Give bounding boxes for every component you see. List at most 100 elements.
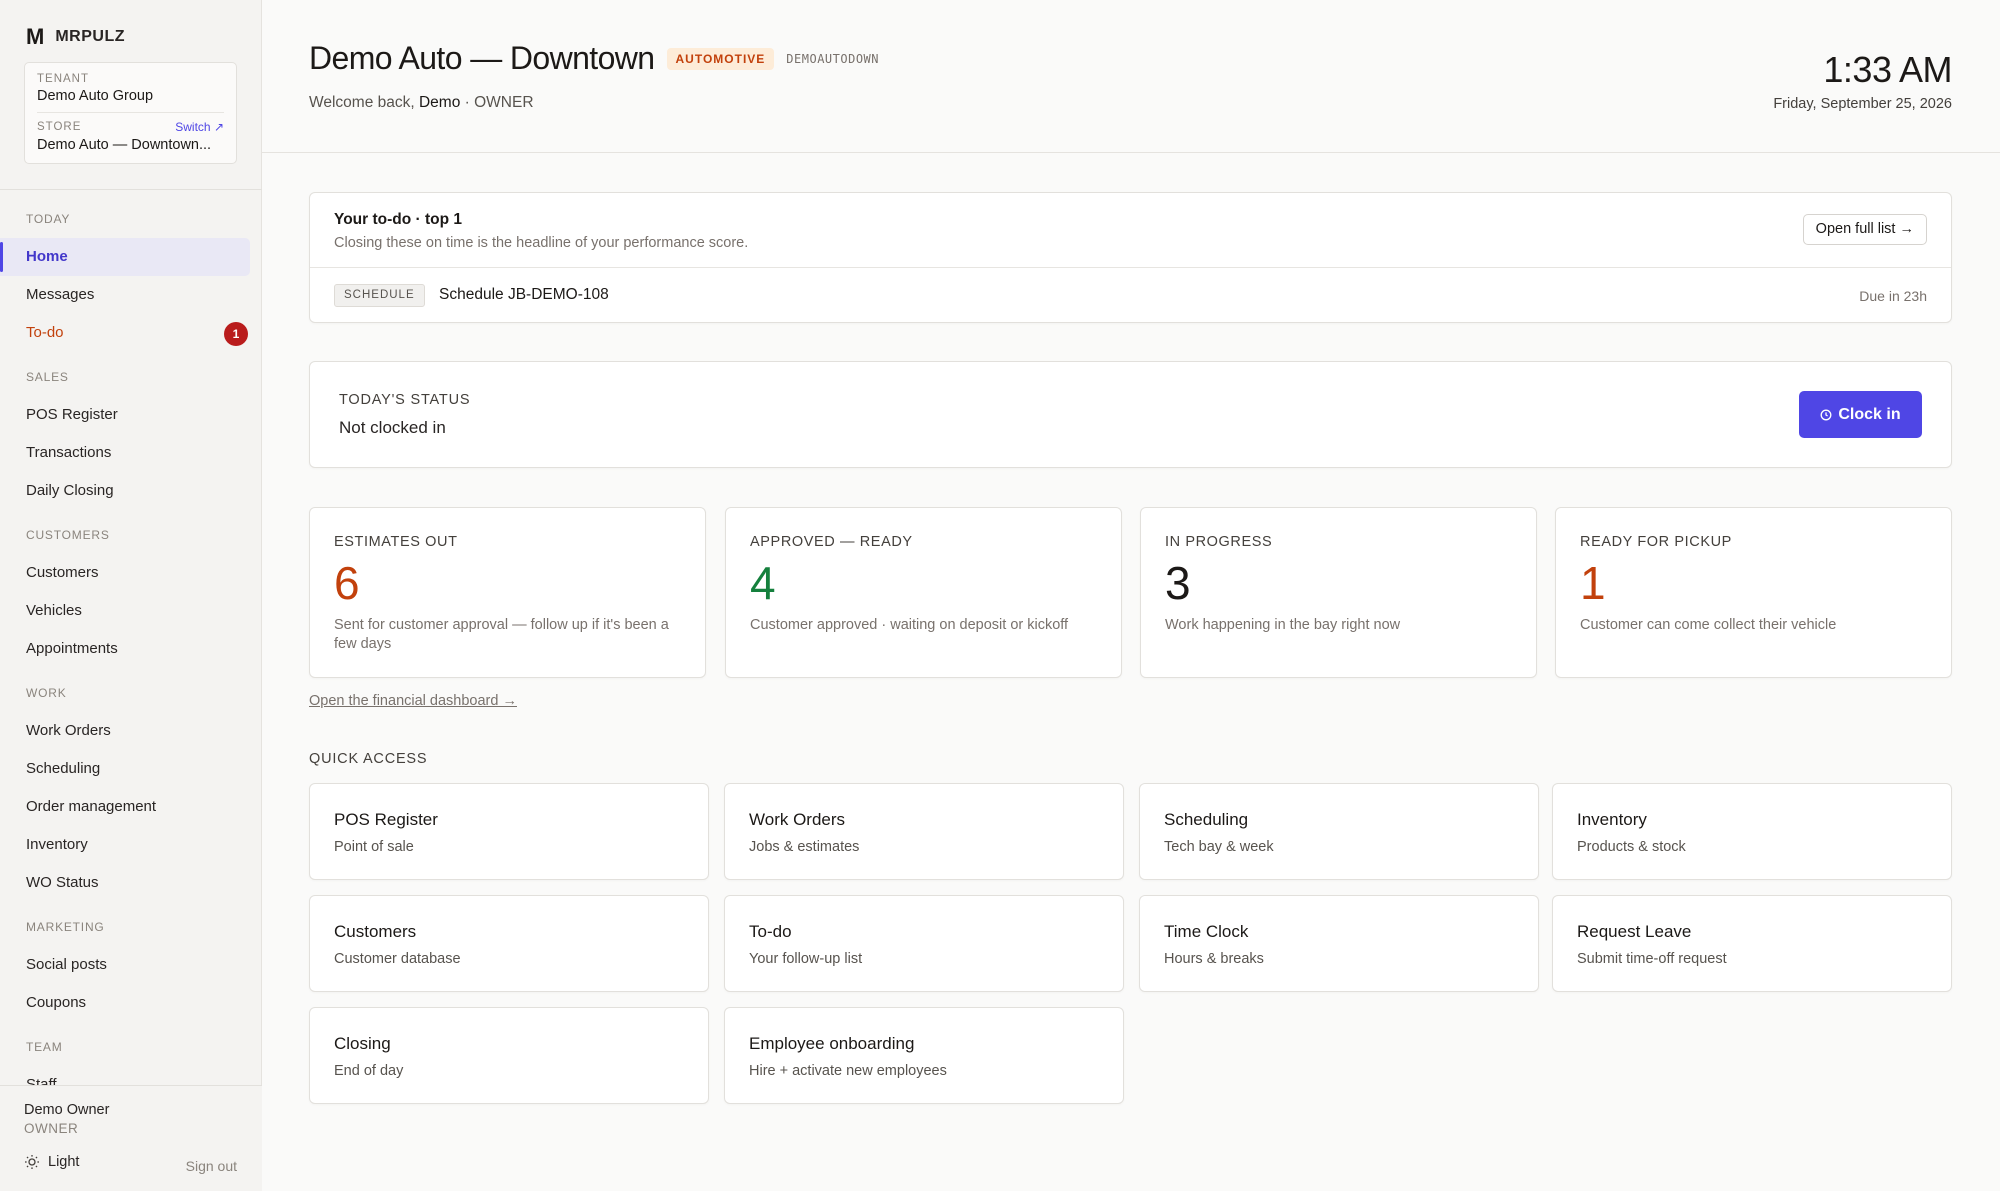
quick-access-heading: QUICK ACCESS <box>309 751 428 767</box>
sidebar-footer: Demo Owner OWNER Light Sign out <box>0 1085 262 1191</box>
quick-access-title: To-do <box>749 922 792 941</box>
sidebar-item-label: POS Register <box>26 406 118 423</box>
tenant-divider <box>37 112 224 113</box>
quick-access-title: Request Leave <box>1577 922 1692 941</box>
sidebar-item-coupons[interactable]: Coupons <box>0 984 250 1022</box>
financial-dashboard-link[interactable]: Open the financial dashboard → <box>309 693 517 709</box>
brand-name: MRPULZ <box>55 28 125 45</box>
quick-access-subtitle: Jobs & estimates <box>749 839 860 855</box>
switch-store-link[interactable]: Switch ↗ <box>175 120 224 134</box>
todo-item-tag: SCHEDULE <box>334 284 425 307</box>
current-date: Friday, September 25, 2026 <box>1773 96 1952 112</box>
quick-access-subtitle: Tech bay & week <box>1164 839 1274 855</box>
open-full-list-button[interactable]: Open full list → <box>1802 214 1927 245</box>
sidebar-item-label: Transactions <box>26 444 112 461</box>
sidebar-item-label: Messages <box>26 286 95 303</box>
sidebar-item-label: Order management <box>26 798 157 815</box>
page-header: Demo Auto — Downtown AUTOMOTIVE DEMOAUTO… <box>262 0 2000 153</box>
sidebar-item-inventory[interactable]: Inventory <box>0 826 250 864</box>
quick-access-employee-onboarding[interactable]: Employee onboarding Hire + activate new … <box>724 1007 1124 1104</box>
quick-access-title: Time Clock <box>1164 922 1249 941</box>
sidebar-item-transactions[interactable]: Transactions <box>0 434 250 472</box>
nav-section-today: TODAY <box>26 212 71 226</box>
clock-in-button[interactable]: Clock in <box>1799 391 1922 438</box>
sidebar-item-social-posts[interactable]: Social posts <box>0 946 250 984</box>
quick-access-subtitle: Submit time-off request <box>1577 951 1727 967</box>
quick-access-subtitle: Point of sale <box>334 839 414 855</box>
brand-logo-icon: M <box>26 24 44 49</box>
metric-description: Customer can come collect their vehicle <box>1580 617 1837 633</box>
todo-count-badge: 1 <box>224 322 248 346</box>
status-value: Not clocked in <box>339 418 446 437</box>
sidebar-item-wo-status[interactable]: WO Status <box>0 864 250 902</box>
metric-label: APPROVED — READY <box>750 534 913 550</box>
sidebar-item-appointments[interactable]: Appointments <box>0 630 250 668</box>
welcome-suffix: · OWNER <box>464 94 534 111</box>
quick-access-todo[interactable]: To-do Your follow-up list <box>724 895 1124 992</box>
metric-value: 6 <box>334 557 360 609</box>
welcome-prefix: Welcome back, <box>309 94 415 111</box>
quick-access-request-leave[interactable]: Request Leave Submit time-off request <box>1552 895 1952 992</box>
metric-value: 3 <box>1165 557 1191 609</box>
sidebar-nav: TODAY Home Messages To-do 1 SALES POS Register… <box>0 200 262 1085</box>
todo-item-due: Due in 23h <box>1859 288 1927 304</box>
welcome-message: Welcome back, Demo · OWNER <box>309 94 534 112</box>
store-name: Demo Auto — Downtown... <box>37 137 212 153</box>
sidebar-item-order-management[interactable]: Order management <box>0 788 250 826</box>
main-content: Demo Auto — Downtown AUTOMOTIVE DEMOAUTO… <box>262 0 2000 1191</box>
sidebar-item-label: Work Orders <box>26 722 111 739</box>
sidebar-item-pos-register[interactable]: POS Register <box>0 396 250 434</box>
metric-label: IN PROGRESS <box>1165 534 1273 550</box>
quick-access-title: Work Orders <box>749 810 846 829</box>
metric-label: ESTIMATES OUT <box>334 534 458 550</box>
todo-item[interactable]: SCHEDULE Schedule JB-DEMO-108 Due in 23h <box>310 268 1951 323</box>
sign-out-button[interactable]: Sign out <box>186 1158 237 1174</box>
quick-access-customers[interactable]: Customers Customer database <box>309 895 709 992</box>
sidebar-item-staff[interactable]: Staff <box>0 1066 250 1085</box>
welcome-name: Demo <box>418 94 461 111</box>
metric-card-ready-for-pickup[interactable]: READY FOR PICKUP 1 Customer can come col… <box>1555 507 1952 678</box>
sidebar-item-home[interactable]: Home <box>0 238 250 276</box>
sidebar-item-daily-closing[interactable]: Daily Closing <box>0 472 250 510</box>
sidebar-item-label: Customers <box>26 564 99 581</box>
sidebar-item-label: Vehicles <box>26 602 82 619</box>
quick-access-work-orders[interactable]: Work Orders Jobs & estimates <box>724 783 1124 880</box>
metric-description: Customer approved · waiting on deposit o… <box>750 617 1069 633</box>
metric-label: READY FOR PICKUP <box>1580 534 1732 550</box>
nav-section-marketing: MARKETING <box>26 920 105 934</box>
current-time: 1:33 AM <box>1823 49 1952 90</box>
theme-toggle[interactable]: Light <box>24 1154 79 1170</box>
metric-card-approved-ready[interactable]: APPROVED — READY 4 Customer approved · w… <box>725 507 1122 678</box>
quick-access-inventory[interactable]: Inventory Products & stock <box>1552 783 1952 880</box>
brand[interactable]: M MRPULZ <box>26 24 125 50</box>
quick-access-time-clock[interactable]: Time Clock Hours & breaks <box>1139 895 1539 992</box>
status-label: TODAY'S STATUS <box>339 392 471 408</box>
todays-status-card: TODAY'S STATUS Not clocked in Clock in <box>309 361 1952 468</box>
todo-subtitle: Closing these on time is the headline of… <box>334 235 749 251</box>
quick-access-scheduling[interactable]: Scheduling Tech bay & week <box>1139 783 1539 880</box>
sidebar-item-label: Appointments <box>26 640 118 657</box>
sidebar-item-customers[interactable]: Customers <box>0 554 250 592</box>
quick-access-title: Inventory <box>1577 810 1647 829</box>
todo-card: Your to-do · top 1 Closing these on time… <box>309 192 1952 323</box>
user-role: OWNER <box>24 1121 79 1136</box>
sidebar-item-scheduling[interactable]: Scheduling <box>0 750 250 788</box>
page-title: Demo Auto — Downtown <box>309 40 655 76</box>
metric-card-in-progress[interactable]: IN PROGRESS 3 Work happening in the bay … <box>1140 507 1537 678</box>
tenant-name: Demo Auto Group <box>37 88 154 104</box>
quick-access-subtitle: Hours & breaks <box>1164 951 1264 967</box>
clock-icon <box>1820 409 1832 420</box>
quick-access-pos-register[interactable]: POS Register Point of sale <box>309 783 709 880</box>
quick-access-closing[interactable]: Closing End of day <box>309 1007 709 1104</box>
metric-card-estimates-out[interactable]: ESTIMATES OUT 6 Sent for customer approv… <box>309 507 706 678</box>
sidebar-item-vehicles[interactable]: Vehicles <box>0 592 250 630</box>
sidebar-item-to-do[interactable]: To-do 1 <box>0 314 250 352</box>
sidebar-item-label: Daily Closing <box>26 482 114 499</box>
sidebar-item-label: To-do <box>26 324 64 341</box>
quick-access-title: Closing <box>334 1034 391 1053</box>
sidebar-item-work-orders[interactable]: Work Orders <box>0 712 250 750</box>
quick-access-subtitle: End of day <box>334 1063 404 1079</box>
tenant-store-card: TENANT Demo Auto Group STORE Switch ↗ De… <box>24 62 237 164</box>
industry-badge: AUTOMOTIVE <box>666 47 775 70</box>
sidebar-item-messages[interactable]: Messages <box>0 276 250 314</box>
